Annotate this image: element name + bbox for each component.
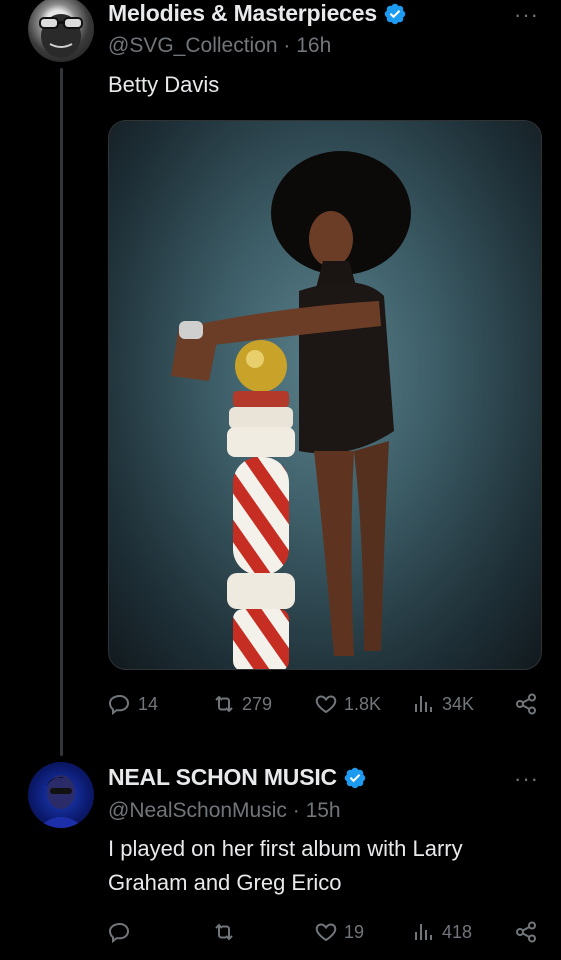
share-icon xyxy=(516,921,536,943)
more-icon[interactable]: ··· xyxy=(514,2,539,28)
views-count: 418 xyxy=(442,921,473,942)
avatar[interactable] xyxy=(28,0,94,62)
photo-illustration xyxy=(171,151,411,669)
retweet-icon xyxy=(215,923,233,941)
views-button[interactable]: 34K xyxy=(412,692,474,716)
avatar[interactable] xyxy=(28,762,94,828)
like-button[interactable]: 19 xyxy=(314,920,364,944)
verified-icon xyxy=(344,767,366,788)
tweet-reply[interactable]: NEAL SCHON MUSIC @NealSchonMusic · 15h ·… xyxy=(0,750,561,960)
separator-dot: · xyxy=(283,34,297,57)
author-handle[interactable]: @SVG_Collection xyxy=(108,34,278,57)
reply-button[interactable]: 14 xyxy=(108,692,158,716)
views-icon xyxy=(415,696,432,712)
more-icon[interactable]: ··· xyxy=(514,766,539,792)
like-icon xyxy=(315,695,337,714)
like-icon xyxy=(315,923,337,942)
like-count: 1.8K xyxy=(344,693,382,714)
like-button[interactable]: 1.8K xyxy=(314,692,381,716)
timestamp[interactable]: 15h xyxy=(306,799,341,822)
views-icon xyxy=(415,924,432,940)
retweet-count: 279 xyxy=(242,693,273,714)
author-name[interactable]: NEAL SCHON MUSIC xyxy=(108,764,337,791)
views-button[interactable]: 418 xyxy=(412,920,472,944)
timestamp[interactable]: 16h xyxy=(296,34,331,57)
share-button[interactable] xyxy=(514,920,538,944)
retweet-icon xyxy=(215,695,233,713)
views-count: 34K xyxy=(442,693,475,714)
handle-and-time: @SVG_Collection · 16h xyxy=(108,34,331,58)
reply-count: 14 xyxy=(138,693,159,714)
reply-button[interactable] xyxy=(108,920,138,944)
reply-icon xyxy=(108,694,130,716)
handle-and-time: @NealSchonMusic · 15h xyxy=(108,799,341,823)
tweet-text: Betty Davis xyxy=(108,72,220,97)
separator-dot: · xyxy=(292,799,306,822)
tweet-photo[interactable] xyxy=(108,120,542,670)
action-bar: 14 279 1.8K 34K xyxy=(108,692,548,722)
thread-connector-line xyxy=(60,68,63,756)
reply-icon xyxy=(108,922,130,944)
retweet-button[interactable]: 279 xyxy=(212,692,272,716)
tweet-text: I played on her first album with Larry G… xyxy=(108,836,463,895)
share-icon xyxy=(516,693,536,715)
action-bar: 19 418 xyxy=(108,920,548,950)
verified-icon xyxy=(384,3,406,24)
retweet-button[interactable] xyxy=(212,920,242,944)
share-button[interactable] xyxy=(514,692,538,716)
author-row: Melodies & Masterpieces xyxy=(108,0,407,27)
author-row: NEAL SCHON MUSIC xyxy=(108,764,367,791)
tweet-original[interactable]: Melodies & Masterpieces @SVG_Collection … xyxy=(0,0,561,756)
author-name[interactable]: Melodies & Masterpieces xyxy=(108,0,377,27)
author-handle[interactable]: @NealSchonMusic xyxy=(108,799,287,822)
like-count: 19 xyxy=(344,921,365,942)
